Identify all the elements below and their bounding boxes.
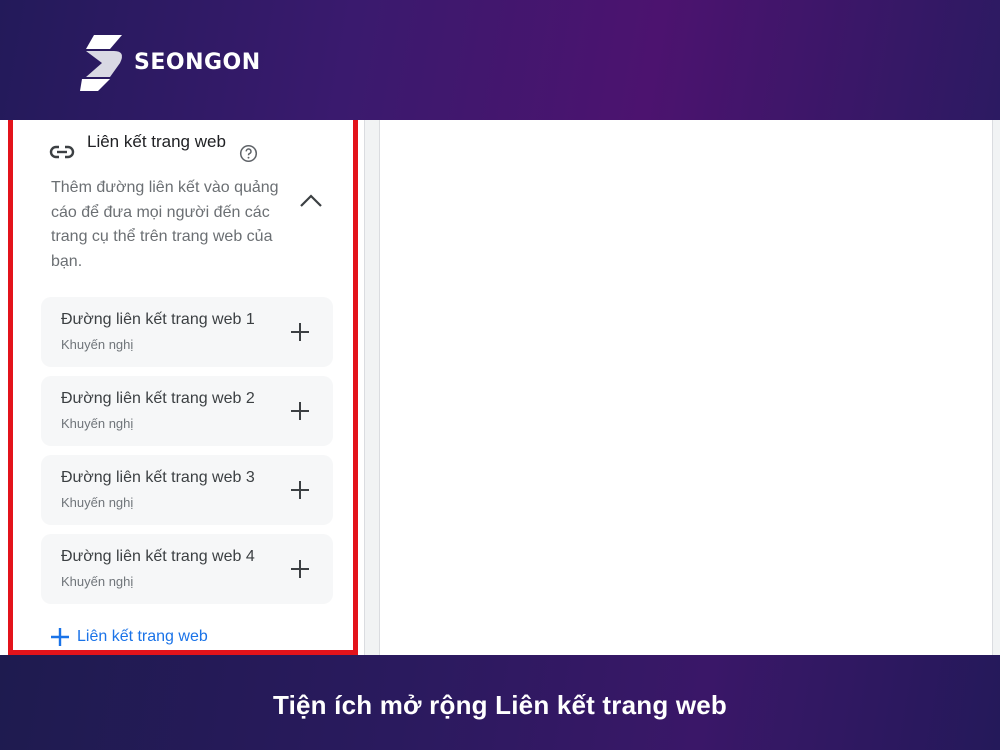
plus-icon[interactable] xyxy=(290,480,310,500)
caption-banner: Tiện ích mở rộng Liên kết trang web xyxy=(0,655,1000,750)
sitelink-row-3[interactable]: Đường liên kết trang web 3 Khuyến nghị xyxy=(41,455,333,525)
ads-editor-screenshot: Liên kết trang web Thêm đường liên kết v… xyxy=(0,120,1000,655)
help-circle-icon[interactable] xyxy=(239,144,258,163)
seongon-ribbon-logo-icon xyxy=(80,35,122,91)
link-icon xyxy=(49,145,75,159)
brand-header: SEONGON xyxy=(0,0,1000,120)
plus-icon[interactable] xyxy=(290,559,310,579)
sitelink-row-4[interactable]: Đường liên kết trang web 4 Khuyến nghị xyxy=(41,534,333,604)
add-sitelink-label: Liên kết trang web xyxy=(77,628,208,645)
brand-logo: SEONGON xyxy=(80,33,261,91)
brand-name: SEONGON xyxy=(134,49,261,75)
sitelink-row-1[interactable]: Đường liên kết trang web 1 Khuyến nghị xyxy=(41,297,333,367)
caption-text: Tiện ích mở rộng Liên kết trang web xyxy=(272,689,728,720)
panel-title: Liên kết trang web xyxy=(87,132,226,151)
plus-icon[interactable] xyxy=(290,401,310,421)
sitelink-subtitle: Khuyến nghị xyxy=(61,574,134,589)
sitelink-subtitle: Khuyến nghị xyxy=(61,337,134,352)
sitelink-subtitle: Khuyến nghị xyxy=(61,495,134,510)
panel-divider xyxy=(364,120,380,655)
sitelink-subtitle: Khuyến nghị xyxy=(61,416,134,431)
plus-icon[interactable] xyxy=(290,322,310,342)
sitelink-title: Đường liên kết trang web 3 xyxy=(61,469,255,486)
chevron-up-icon[interactable] xyxy=(298,192,324,210)
add-sitelink-button[interactable]: Liên kết trang web xyxy=(51,628,208,646)
sitelink-title: Đường liên kết trang web 4 xyxy=(61,548,255,565)
right-scroll-edge xyxy=(992,120,1000,655)
sitelink-title: Đường liên kết trang web 2 xyxy=(61,390,255,407)
sitelink-extension-panel: Liên kết trang web Thêm đường liên kết v… xyxy=(8,120,358,655)
plus-icon xyxy=(51,628,69,646)
sitelink-title: Đường liên kết trang web 1 xyxy=(61,311,255,328)
sitelink-row-2[interactable]: Đường liên kết trang web 2 Khuyến nghị xyxy=(41,376,333,446)
panel-description: Thêm đường liên kết vào quảng cáo để đưa… xyxy=(51,179,279,270)
